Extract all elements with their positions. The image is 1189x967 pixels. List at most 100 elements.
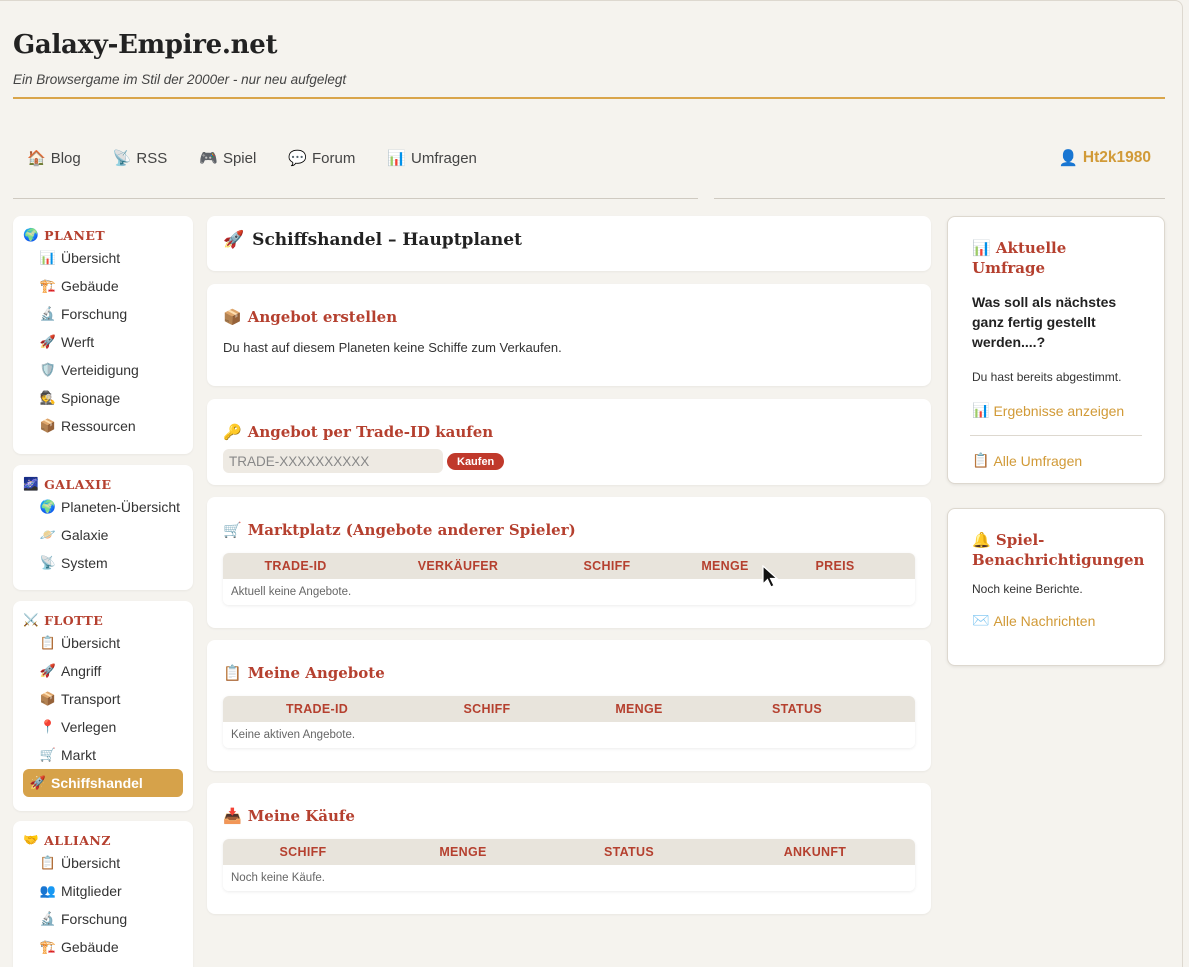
notifications-empty-text: Noch keine Berichte.: [972, 582, 1083, 596]
rocket-icon: 🚀: [29, 775, 47, 790]
microscope-icon: 🔬: [39, 306, 57, 321]
column-header[interactable]: MENGE: [563, 702, 715, 716]
column-header[interactable]: STATUS: [543, 845, 715, 859]
sidebar-item-mitglieder[interactable]: 👥 Mitglieder: [23, 877, 183, 905]
top-navigation: 🏠 Blog 📡 RSS 🎮 Spiel 💬 Forum 📊 Umfragen 👤 Ht2k…: [13, 140, 1165, 176]
sidebar-planet: 🌍 PLANET 📊 Übersicht 🏗️ Gebäude 🔬 Forschung …: [13, 216, 193, 454]
nav-rss-label: RSS: [136, 149, 168, 167]
buy-by-id-card: 🔑 Angebot per Trade-ID kaufen Kaufen: [207, 399, 931, 485]
bar-chart-icon: 📊: [387, 150, 407, 167]
column-header[interactable]: SCHIFF: [223, 845, 383, 859]
handshake-icon: 🤝: [23, 832, 40, 847]
package-icon: 📦: [39, 418, 57, 433]
clipboard-icon: 📋: [39, 635, 57, 650]
people-icon: 👥: [39, 883, 57, 898]
sidebar-item-system[interactable]: 📡 System: [23, 549, 183, 577]
satellite-icon: 📡: [112, 150, 132, 167]
construction-icon: 🏗️: [39, 939, 57, 954]
sidebar-item-label: Gebäude: [61, 278, 119, 294]
column-header[interactable]: SCHIFF: [548, 559, 666, 573]
sidebar-item-gebaeude[interactable]: 🏗️ Gebäude: [23, 272, 183, 300]
marketplace-table: TRADE-ID VERKÄUFER SCHIFF MENGE PREIS Ak…: [223, 553, 915, 605]
marketplace-title: 🛒 Marktplatz (Angebote anderer Spieler): [223, 521, 915, 539]
sidebar-item-label: Verlegen: [61, 719, 117, 735]
clipboard-icon: 📋: [972, 452, 990, 468]
column-header[interactable]: TRADE-ID: [223, 559, 368, 573]
rocket-icon: 🚀: [39, 334, 57, 349]
all-messages-link[interactable]: ✉️ Alle Nachrichten: [972, 612, 1140, 629]
column-header[interactable]: PREIS: [784, 559, 886, 573]
envelope-icon: ✉️: [972, 612, 990, 628]
poll-results-link[interactable]: 📊 Ergebnisse anzeigen: [972, 402, 1140, 419]
sidebar-heading-allianz: 🤝 ALLIANZ: [13, 821, 193, 849]
marketplace-title-text: Marktplatz (Angebote anderer Spieler): [247, 521, 576, 539]
sidebar-item-verlegen[interactable]: 📍 Verlegen: [23, 713, 183, 741]
sidebar-item-label: Forschung: [61, 911, 128, 927]
sidebar-item-galaxie[interactable]: 🪐 Galaxie: [23, 521, 183, 549]
nav-forum[interactable]: 💬 Forum: [288, 149, 355, 168]
sidebar-heading-flotte-label: FLOTTE: [44, 612, 104, 628]
site-title[interactable]: Galaxy-Empire.net: [13, 30, 1165, 60]
column-header[interactable]: MENGE: [383, 845, 543, 859]
shield-icon: 🛡️: [39, 362, 57, 377]
bar-chart-icon: 📊: [39, 250, 57, 265]
user-profile-link[interactable]: 👤 Ht2k1980: [1059, 149, 1151, 168]
sidebar-flotte: ⚔️ FLOTTE 📋 Übersicht 🚀 Angriff 📦 Transport …: [13, 601, 193, 811]
my-purchases-card: 📥 Meine Käufe SCHIFF MENGE STATUS ANKUNFT…: [207, 783, 931, 914]
notifications-widget: 🔔 Spiel-Benachrichtigungen Noch keine Be…: [947, 508, 1165, 666]
table-empty-row: Noch keine Käufe.: [223, 865, 915, 891]
column-header[interactable]: SCHIFF: [411, 702, 563, 716]
buy-button[interactable]: Kaufen: [447, 453, 505, 470]
detective-icon: 🕵️: [39, 390, 57, 405]
sidebar-item-schiffshandel[interactable]: 🚀 Schiffshandel: [23, 769, 183, 797]
sidebar-item-angriff[interactable]: 🚀 Angriff: [23, 657, 183, 685]
sidebar-item-flotte-uebersicht[interactable]: 📋 Übersicht: [23, 629, 183, 657]
column-header[interactable]: TRADE-ID: [223, 702, 411, 716]
column-header[interactable]: STATUS: [715, 702, 879, 716]
my-purchases-title: 📥 Meine Käufe: [223, 807, 915, 825]
sidebar-item-markt[interactable]: 🛒 Markt: [23, 741, 183, 769]
all-messages-label: Alle Nachrichten: [993, 612, 1096, 629]
shopping-cart-icon: 🛒: [223, 521, 242, 539]
sidebar-item-allianz-uebersicht[interactable]: 📋 Übersicht: [23, 849, 183, 877]
milky-way-icon: 🌌: [23, 476, 40, 491]
key-icon: 🔑: [223, 423, 242, 441]
sidebar-item-spionage[interactable]: 🕵️ Spionage: [23, 384, 183, 412]
sidebar-item-transport[interactable]: 📦 Transport: [23, 685, 183, 713]
sidebar-item-label: Galaxie: [61, 527, 109, 543]
column-header[interactable]: VERKÄUFER: [368, 559, 548, 573]
sidebar-item-allianz-forschung[interactable]: 🔬 Forschung: [23, 905, 183, 933]
site-header: Galaxy-Empire.net Ein Browsergame im Sti…: [13, 30, 1165, 87]
all-polls-link[interactable]: 📋 Alle Umfragen: [972, 452, 1140, 469]
sidebar-item-forschung[interactable]: 🔬 Forschung: [23, 300, 183, 328]
my-offers-table: TRADE-ID SCHIFF MENGE STATUS Keine aktiv…: [223, 696, 915, 748]
column-header[interactable]: ANKUNFT: [715, 845, 915, 859]
site-subtitle: Ein Browsergame im Stil der 2000er - nur…: [13, 72, 347, 87]
poll-title: 📊 Aktuelle Umfrage: [972, 238, 1140, 278]
sidebar-item-label: Werft: [61, 334, 95, 350]
buy-by-id-title: 🔑 Angebot per Trade-ID kaufen: [223, 423, 915, 441]
create-offer-title-text: Angebot erstellen: [247, 308, 398, 326]
sidebar-item-ressourcen[interactable]: 📦 Ressourcen: [23, 412, 183, 440]
nav-spiel[interactable]: 🎮 Spiel: [199, 149, 256, 168]
sidebar-item-verteidigung[interactable]: 🛡️ Verteidigung: [23, 356, 183, 384]
nav-umfragen-label: Umfragen: [411, 149, 477, 167]
sidebar-item-werft[interactable]: 🚀 Werft: [23, 328, 183, 356]
sidebar-galaxie: 🌌 GALAXIE 🌍 Planeten-Übersicht 🪐 Galaxie 📡 S…: [13, 465, 193, 590]
nav-divider-left: [13, 198, 698, 199]
bar-chart-icon: 📊: [972, 402, 990, 418]
sidebar-item-planeten-uebersicht[interactable]: 🌍 Planeten-Übersicht: [23, 493, 183, 521]
trade-id-input[interactable]: [223, 449, 443, 473]
nav-divider-right: [714, 198, 1165, 199]
clipboard-icon: 📋: [39, 855, 57, 870]
nav-rss[interactable]: 📡 RSS: [112, 149, 168, 168]
my-offers-title-text: Meine Angebote: [247, 664, 385, 682]
bell-icon: 🔔: [972, 531, 991, 549]
nav-umfragen[interactable]: 📊 Umfragen: [387, 149, 477, 168]
globe-icon: 🌍: [39, 499, 57, 514]
my-offers-title: 📋 Meine Angebote: [223, 664, 915, 682]
nav-blog[interactable]: 🏠 Blog: [27, 149, 81, 168]
sidebar-item-uebersicht[interactable]: 📊 Übersicht: [23, 244, 183, 272]
sidebar-item-allianz-gebaeude[interactable]: 🏗️ Gebäude: [23, 933, 183, 961]
sidebar-heading-galaxie-label: GALAXIE: [44, 476, 112, 492]
